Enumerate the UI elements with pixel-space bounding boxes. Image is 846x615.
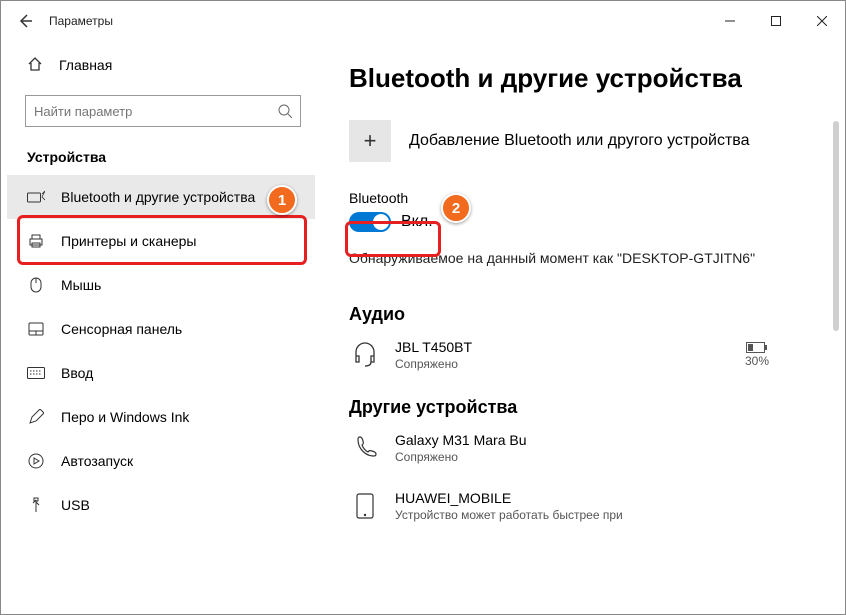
device-status: Сопряжено [395, 450, 527, 464]
usb-icon [27, 497, 45, 513]
device-name: JBL T450BT [395, 339, 472, 355]
close-icon [817, 16, 827, 26]
bluetooth-toggle[interactable] [349, 212, 391, 232]
battery-icon [746, 342, 768, 354]
minimize-icon [725, 16, 735, 26]
close-button[interactable] [799, 6, 845, 36]
keyboard-bt-icon [27, 190, 45, 204]
discoverable-text: Обнаруживаемое на данный момент как "DES… [349, 250, 825, 266]
scrollbar[interactable] [833, 121, 839, 331]
sidebar-item-label: Принтеры и сканеры [61, 233, 196, 249]
autoplay-icon [27, 453, 45, 469]
sidebar-item-label: Сенсорная панель [61, 321, 182, 337]
device-name: Galaxy M31 Mara Bu [395, 432, 527, 448]
maximize-button[interactable] [753, 6, 799, 36]
touchpad-icon [27, 322, 45, 336]
sidebar-item-typing[interactable]: Ввод [7, 351, 315, 395]
sidebar-item-label: Bluetooth и другие устройства [61, 189, 255, 205]
sidebar: Главная Устройства Bluetooth и другие ус… [1, 41, 321, 614]
add-device-button[interactable]: + Добавление Bluetooth или другого устро… [349, 120, 825, 162]
plus-icon: + [349, 120, 391, 162]
other-device-phone[interactable]: Galaxy M31 Mara Bu Сопряжено [349, 432, 825, 464]
battery-percent: 30% [745, 354, 769, 368]
battery-indicator: 30% [745, 342, 769, 368]
other-device-mobile[interactable]: HUAWEI_MOBILE Устройство может работать … [349, 490, 825, 522]
search-box[interactable] [25, 95, 301, 127]
audio-device[interactable]: JBL T450BT Сопряжено 30% [349, 339, 825, 371]
sidebar-item-label: Перо и Windows Ink [61, 409, 189, 425]
audio-heading: Аудио [349, 304, 825, 325]
sidebar-item-autoplay[interactable]: Автозапуск [7, 439, 315, 483]
sidebar-item-usb[interactable]: USB [7, 483, 315, 527]
search-icon [278, 104, 292, 118]
arrow-left-icon [17, 13, 33, 29]
page-title: Bluetooth и другие устройства [349, 63, 825, 94]
add-device-label: Добавление Bluetooth или другого устройс… [409, 132, 750, 150]
back-button[interactable] [1, 1, 49, 41]
sidebar-item-label: Мышь [61, 277, 101, 293]
sidebar-item-label: USB [61, 497, 90, 513]
sidebar-section-heading: Устройства [7, 143, 315, 175]
toggle-knob [373, 214, 389, 230]
window-title: Параметры [49, 14, 707, 28]
sidebar-item-label: Ввод [61, 365, 93, 381]
annotation-badge-1: 1 [267, 185, 297, 215]
printer-icon [27, 233, 45, 249]
sidebar-home[interactable]: Главная [7, 45, 315, 85]
sidebar-item-pen[interactable]: Перо и Windows Ink [7, 395, 315, 439]
main-content: Bluetooth и другие устройства + Добавлен… [321, 41, 845, 614]
mouse-icon [27, 277, 45, 293]
sidebar-item-touchpad[interactable]: Сенсорная панель [7, 307, 315, 351]
device-status: Сопряжено [395, 357, 472, 371]
bluetooth-label: Bluetooth [349, 190, 825, 206]
phone-icon [349, 436, 381, 460]
sidebar-item-mouse[interactable]: Мышь [7, 263, 315, 307]
home-label: Главная [59, 57, 112, 73]
headset-icon [349, 342, 381, 368]
pen-icon [27, 409, 45, 425]
home-icon [27, 56, 43, 75]
maximize-icon [771, 16, 781, 26]
sidebar-item-label: Автозапуск [61, 453, 133, 469]
search-input[interactable] [34, 104, 278, 119]
toggle-state-label: Вкл. [401, 213, 433, 231]
sidebar-item-printers[interactable]: Принтеры и сканеры [7, 219, 315, 263]
keyboard-icon [27, 367, 45, 379]
minimize-button[interactable] [707, 6, 753, 36]
device-status: Устройство может работать быстрее при [395, 508, 623, 522]
other-devices-heading: Другие устройства [349, 397, 825, 418]
mobile-icon [349, 493, 381, 519]
annotation-badge-2: 2 [441, 193, 471, 223]
titlebar: Параметры [1, 1, 845, 41]
device-name: HUAWEI_MOBILE [395, 490, 623, 506]
